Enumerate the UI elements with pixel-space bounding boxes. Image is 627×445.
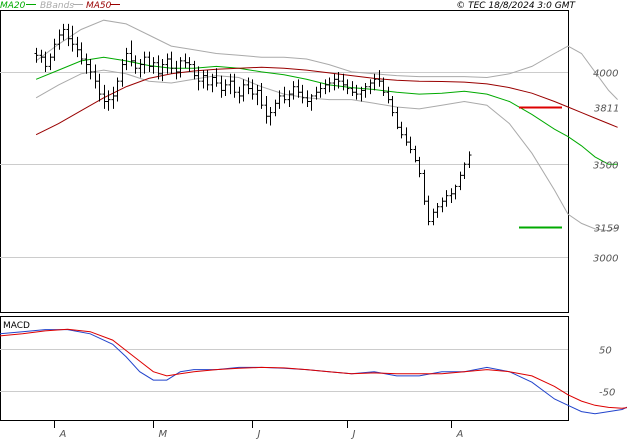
price-y-tick-label: 4000 [593,69,618,80]
price-y-tick-label: 3000 [593,254,618,265]
price-y-tick-label: 3500 [593,161,618,172]
x-tick-label: M [159,429,168,440]
macd-y-tick-label: -50 [599,388,615,399]
macd-panel-title: MACD [3,321,30,331]
legend: MA20 BBands MA50 [0,1,120,11]
macd-y-tick-label: 50 [599,346,612,357]
legend-ma50-label: MA50 [86,1,112,11]
level-label: 3811 [594,104,619,115]
x-tick-label: A [456,429,464,440]
copyright-text: © TEC 18/8/2024 3:0 GMT [456,1,576,11]
x-tick-label: A [59,429,67,440]
x-tick-label: J [351,429,356,440]
price-panel-frame [0,10,569,313]
chart-root: 3811 3159 4000 3500 3000 50 -50 A M J J A MA20 BBa… [0,0,627,440]
level-label: 3159 [594,224,619,235]
legend-ma20-label: MA20 [0,1,26,11]
x-tick-label: J [256,429,261,440]
legend-bbands-label: BBands [40,1,74,11]
chart-svg: 3811 3159 4000 3500 3000 50 -50 A M J J A MA20 BBa… [0,1,627,440]
